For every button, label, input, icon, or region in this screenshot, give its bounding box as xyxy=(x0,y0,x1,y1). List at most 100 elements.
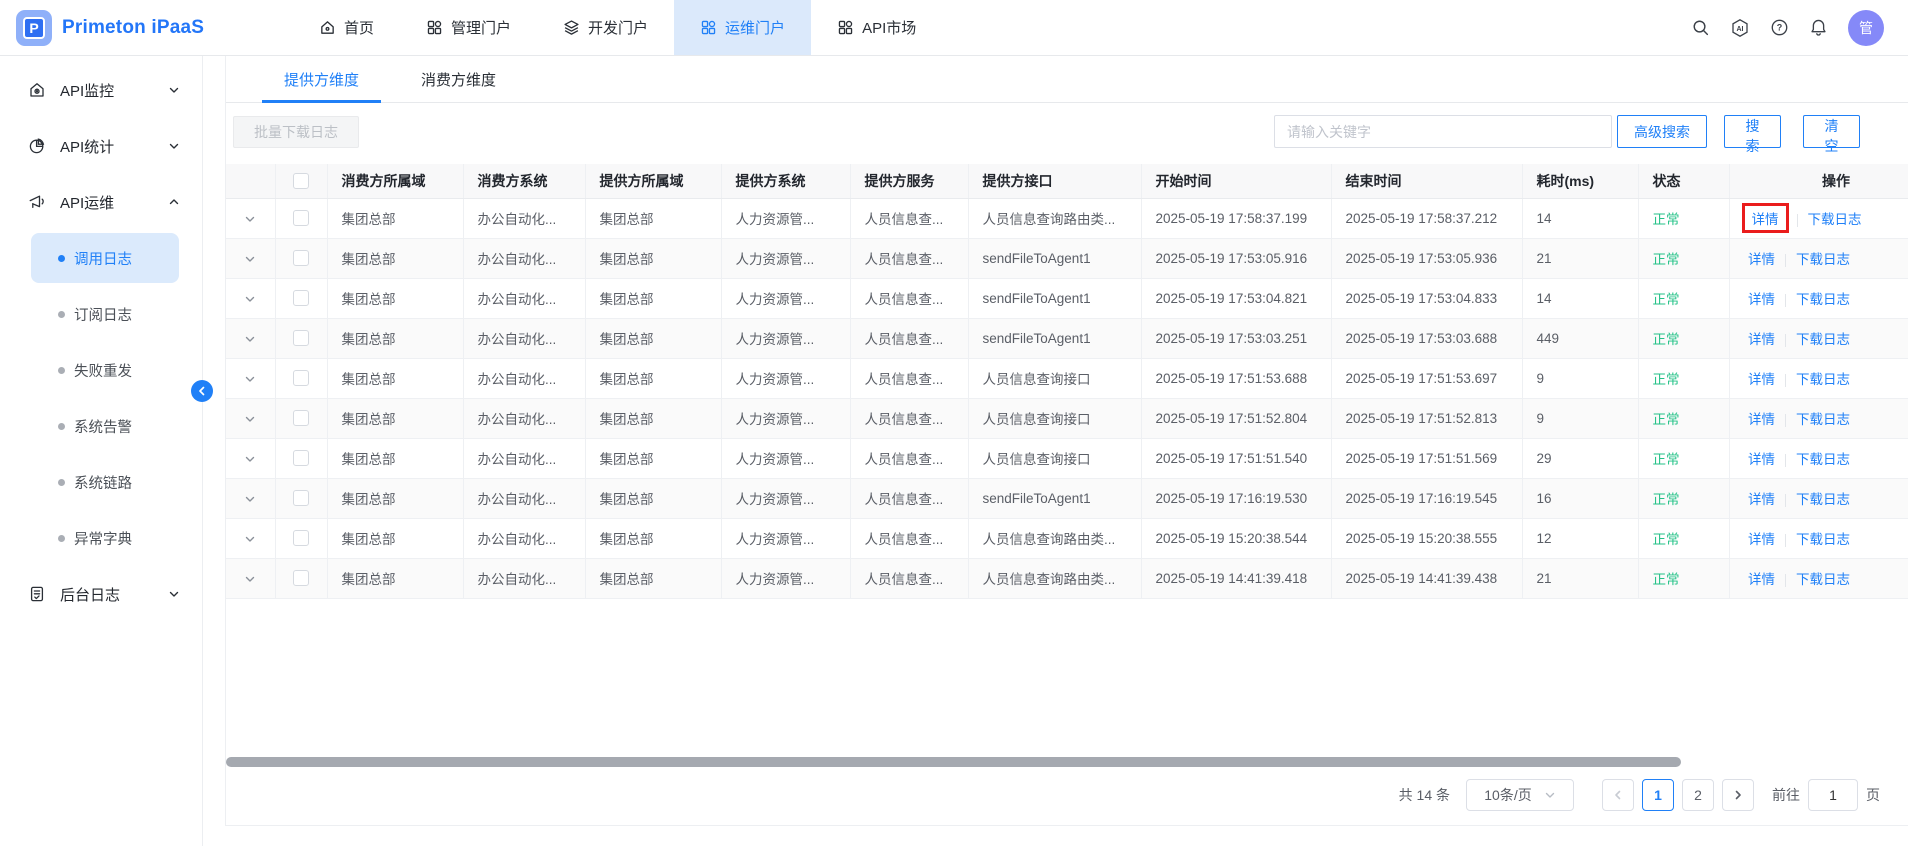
row-checkbox[interactable] xyxy=(293,250,309,267)
detail-link[interactable]: 详情 xyxy=(1748,572,1775,587)
row-checkbox[interactable] xyxy=(293,530,309,547)
row-expand-toggle[interactable] xyxy=(244,413,256,425)
row-expand-toggle[interactable] xyxy=(244,293,256,305)
detail-link[interactable]: 详情 xyxy=(1748,372,1775,387)
row-checkbox[interactable] xyxy=(293,290,309,307)
chevron-left-icon xyxy=(1612,789,1624,801)
tab-consumer-dim[interactable]: 消费方维度 xyxy=(399,56,518,102)
detail-link[interactable]: 详情 xyxy=(1748,412,1775,427)
row-checkbox[interactable] xyxy=(293,210,309,227)
search-icon[interactable] xyxy=(1691,18,1710,37)
sidebar-subitem-system-trace[interactable]: 系统链路 xyxy=(0,454,202,510)
detail-link[interactable]: 详情 xyxy=(1748,252,1775,267)
status-badge: 正常 xyxy=(1652,412,1680,427)
home-icon xyxy=(319,19,336,36)
cell-provider-system: 人力资源管... xyxy=(721,278,851,319)
row-checkbox[interactable] xyxy=(293,570,309,587)
search-button[interactable]: 搜索 xyxy=(1724,115,1781,154)
page-size-select[interactable]: 10条/页 xyxy=(1466,779,1574,811)
download-log-link[interactable]: 下载日志 xyxy=(1796,332,1850,347)
sidebar-item-api-monitor[interactable]: API监控 xyxy=(0,62,202,118)
row-checkbox[interactable] xyxy=(293,330,309,347)
sidebar-item-api-stats[interactable]: API统计 xyxy=(0,118,202,174)
next-page-button[interactable] xyxy=(1722,779,1754,811)
sidebar-item-label: 后台日志 xyxy=(60,586,121,604)
help-icon[interactable]: ? xyxy=(1770,18,1789,37)
divider xyxy=(1785,453,1786,467)
cell-start-time: 2025-05-19 14:41:39.418 xyxy=(1141,558,1332,599)
tab-provider-dim[interactable]: 提供方维度 xyxy=(262,56,382,103)
row-expand-toggle[interactable] xyxy=(244,493,256,505)
download-log-link[interactable]: 下载日志 xyxy=(1796,452,1850,467)
nav-item-dev-portal[interactable]: 开发门户 xyxy=(537,0,674,55)
column-header: 消费方系统 xyxy=(463,164,586,199)
divider xyxy=(1785,293,1786,307)
row-checkbox[interactable] xyxy=(293,370,309,387)
row-expand-toggle[interactable] xyxy=(244,333,256,345)
goto-page-input[interactable] xyxy=(1808,779,1858,811)
download-log-link[interactable]: 下载日志 xyxy=(1808,212,1862,227)
detail-link[interactable]: 详情 xyxy=(1748,532,1775,547)
row-expand-toggle[interactable] xyxy=(244,253,256,265)
sidebar-subitem-call-log[interactable]: 调用日志 xyxy=(31,233,179,283)
cell-duration: 21 xyxy=(1522,238,1639,279)
nav-item-ops-portal[interactable]: 运维门户 xyxy=(674,0,812,55)
keyword-search-input[interactable] xyxy=(1274,115,1612,148)
ai-icon[interactable]: AI xyxy=(1730,18,1750,38)
nav-item-admin-portal[interactable]: 管理门户 xyxy=(400,0,537,55)
divider xyxy=(1796,213,1798,227)
page-button-1[interactable]: 1 xyxy=(1642,779,1674,811)
select-all-checkbox[interactable] xyxy=(293,173,309,190)
row-expand-toggle[interactable] xyxy=(244,373,256,385)
sidebar-subitem-fail-resend[interactable]: 失败重发 xyxy=(0,342,202,398)
cell-consumer-system: 办公自动化... xyxy=(463,558,586,599)
chevron-right-icon xyxy=(1732,789,1744,801)
batch-download-button[interactable]: 批量下载日志 xyxy=(233,115,359,148)
download-log-link[interactable]: 下载日志 xyxy=(1796,492,1850,507)
sidebar-subitem-label: 订阅日志 xyxy=(74,307,132,324)
download-log-link[interactable]: 下载日志 xyxy=(1796,572,1850,587)
row-expand-toggle[interactable] xyxy=(244,453,256,465)
page-button-2[interactable]: 2 xyxy=(1682,779,1714,811)
cell-operations: 详情 下载日志 xyxy=(1729,438,1908,479)
avatar[interactable]: 管 xyxy=(1848,9,1884,46)
nav-item-home[interactable]: 首页 xyxy=(293,0,400,55)
row-checkbox[interactable] xyxy=(293,490,309,507)
cell-end-time: 2025-05-19 15:20:38.555 xyxy=(1331,518,1523,559)
detail-link[interactable]: 详情 xyxy=(1748,492,1775,507)
bell-icon[interactable] xyxy=(1809,18,1828,37)
sidebar-subitem-system-alert[interactable]: 系统告警 xyxy=(0,398,202,454)
horizontal-scrollbar[interactable] xyxy=(226,757,1681,767)
chevron-down-icon xyxy=(1544,789,1556,801)
download-log-link[interactable]: 下载日志 xyxy=(1796,292,1850,307)
grid-icon xyxy=(837,19,854,36)
advanced-search-button[interactable]: 高级搜索 xyxy=(1617,115,1707,148)
cell-provider-api: 人员信息查询路由类... xyxy=(968,558,1142,599)
row-checkbox[interactable] xyxy=(293,410,309,427)
download-log-link[interactable]: 下载日志 xyxy=(1796,252,1850,267)
row-expand-toggle[interactable] xyxy=(244,213,256,225)
detail-link[interactable]: 详情 xyxy=(1748,332,1775,347)
cell-status: 正常 xyxy=(1638,358,1730,399)
detail-link[interactable]: 详情 xyxy=(1748,292,1775,307)
sidebar-item-backend-log[interactable]: 后台日志 xyxy=(0,566,202,622)
topbar-actions: AI? 管 xyxy=(1691,0,1908,55)
detail-link[interactable]: 详情 xyxy=(1748,452,1775,467)
sidebar-subitem-subscribe-log[interactable]: 订阅日志 xyxy=(0,286,202,342)
ops-icon xyxy=(28,193,46,211)
column-header: 提供方服务 xyxy=(850,164,969,199)
row-expand-toggle[interactable] xyxy=(244,533,256,545)
clear-button[interactable]: 清空 xyxy=(1803,115,1860,154)
row-checkbox[interactable] xyxy=(293,450,309,467)
sidebar-collapse-toggle[interactable] xyxy=(191,380,213,402)
sidebar-subitem-exception-dict[interactable]: 异常字典 xyxy=(0,510,202,566)
download-log-link[interactable]: 下载日志 xyxy=(1796,532,1850,547)
download-log-link[interactable]: 下载日志 xyxy=(1796,372,1850,387)
cell-provider-domain: 集团总部 xyxy=(585,518,722,559)
row-expand-toggle[interactable] xyxy=(244,573,256,585)
detail-link[interactable]: 详情 xyxy=(1752,212,1779,227)
download-log-link[interactable]: 下载日志 xyxy=(1796,412,1850,427)
sidebar-item-api-ops[interactable]: API运维 xyxy=(0,174,202,230)
prev-page-button[interactable] xyxy=(1602,779,1634,811)
nav-item-api-market[interactable]: API市场 xyxy=(811,0,942,55)
